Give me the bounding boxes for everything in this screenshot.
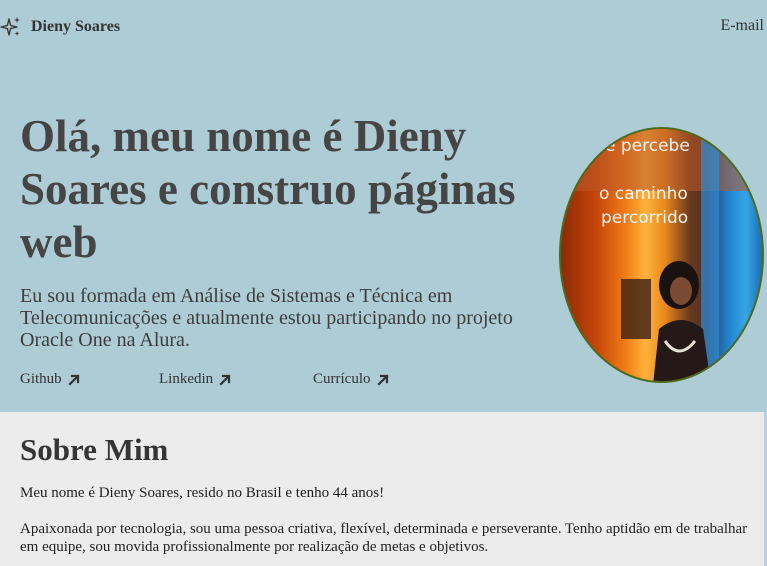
about-paragraph-1: Meu nome é Dieny Soares, resido no Brasi… <box>20 485 385 501</box>
hero-section: Dieny Soares E-mail Olá, meu nome é Dien… <box>0 0 767 412</box>
github-link-label: Github <box>20 371 62 387</box>
hero-headline: Olá, meu nome é Dieny Soares e construo … <box>20 111 516 267</box>
curriculo-link[interactable]: Currículo <box>313 371 390 388</box>
brand[interactable]: Dieny Soares <box>0 16 120 38</box>
photo-caption-line-3: percorrido <box>601 208 688 228</box>
arrow-up-right-icon <box>376 373 390 387</box>
arrow-up-right-icon <box>67 373 81 387</box>
about-section: Sobre Mim Meu nome é Dieny Soares, resid… <box>0 412 767 566</box>
photo-caption-line-1: é percebe <box>605 136 690 156</box>
social-links: Github Linkedin Currículo <box>20 371 420 391</box>
linkedin-link-label: Linkedin <box>159 371 214 387</box>
brand-name: Dieny Soares <box>31 18 121 35</box>
top-nav: Dieny Soares E-mail <box>0 0 767 52</box>
about-title: Sobre Mim <box>20 432 169 467</box>
photo-caption-line-2: o caminho <box>599 184 688 204</box>
about-paragraph-2: Apaixonada por tecnologia, sou uma pesso… <box>20 521 748 555</box>
sparkles-icon <box>0 16 22 38</box>
curriculo-link-label: Currículo <box>313 371 371 387</box>
linkedin-link[interactable]: Linkedin <box>159 371 232 388</box>
github-link[interactable]: Github <box>20 371 81 388</box>
arrow-up-right-icon <box>218 373 232 387</box>
email-link[interactable]: E-mail <box>720 17 764 35</box>
profile-photo: é percebe o caminho percorrido <box>559 127 764 383</box>
hero-intro: Eu sou formada em Análise de Sistemas e … <box>20 285 513 351</box>
